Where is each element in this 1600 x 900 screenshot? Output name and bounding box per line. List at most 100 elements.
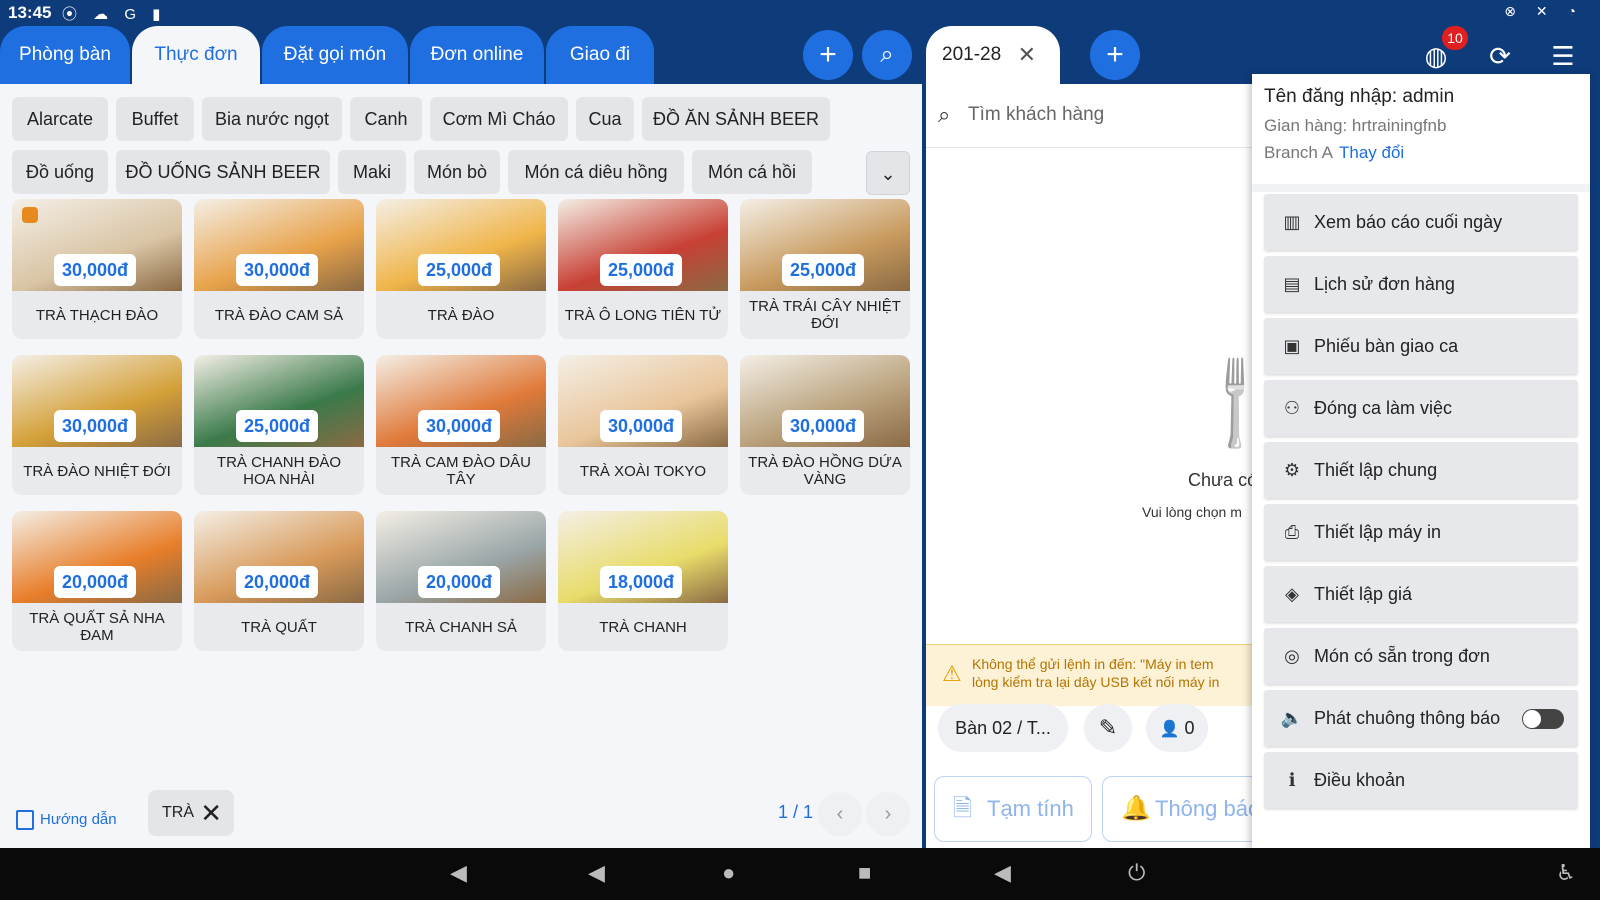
product-name: TRÀ QUẤT bbox=[241, 618, 317, 636]
product-card[interactable]: 30,000đ TRÀ CAM ĐÀO DÂU TÂY bbox=[376, 355, 546, 495]
status-time: 13:45 bbox=[8, 3, 52, 22]
menu-item[interactable]: ⚙ Thiết lập chung bbox=[1264, 442, 1578, 498]
category-chip[interactable]: Món cá diêu hồng bbox=[508, 150, 684, 194]
search-icon: ⌕ bbox=[880, 41, 894, 68]
plus-icon: + bbox=[1106, 38, 1124, 71]
menu-item[interactable]: ▤ Lịch sử đơn hàng bbox=[1264, 256, 1578, 312]
menu-item[interactable]: ⎙ Thiết lập máy in bbox=[1264, 504, 1578, 560]
product-price: 25,000đ bbox=[600, 254, 683, 286]
product-card[interactable]: 25,000đ TRÀ ĐÀO bbox=[376, 199, 546, 339]
category-chip[interactable]: Alarcate bbox=[12, 97, 108, 141]
guest-count[interactable]: 👤 0 bbox=[1146, 704, 1208, 752]
add-item-button[interactable]: + bbox=[803, 30, 853, 80]
active-filter-chip[interactable]: TRÀ ✕ bbox=[148, 790, 234, 836]
tab-phong-ban[interactable]: Phòng bàn bbox=[0, 26, 130, 84]
menu-panel: Alarcate Buffet Bia nước ngọt Canh Cơm M… bbox=[0, 84, 922, 848]
product-card[interactable]: 25,000đ TRÀ CHANH ĐÀO HOA NHÀI bbox=[194, 355, 364, 495]
product-name: TRÀ ĐÀO HỒNG DỨA VÀNG bbox=[748, 454, 902, 488]
tab-thuc-don[interactable]: Thực đơn bbox=[132, 26, 260, 84]
order-panel: ⌕ Tìm khách hàng 🍴 Chưa có Vui lòng chọn… bbox=[926, 84, 1252, 848]
product-price: 20,000đ bbox=[418, 566, 501, 598]
product-card[interactable]: 30,000đ TRÀ ĐÀO NHIỆT ĐỚI bbox=[12, 355, 182, 495]
menu-item[interactable]: ▣ Phiếu bàn giao ca bbox=[1264, 318, 1578, 374]
pencil-icon: ✎ bbox=[1098, 715, 1118, 740]
menu-item-label: Thiết lập chung bbox=[1314, 460, 1438, 480]
product-card[interactable]: 20,000đ TRÀ CHANH SẢ bbox=[376, 511, 546, 651]
menu-item-label: Món có sẵn trong đơn bbox=[1314, 646, 1490, 666]
category-chip[interactable]: ĐỒ UỐNG SẢNH BEER bbox=[116, 150, 330, 194]
product-card[interactable]: 20,000đ TRÀ QUẤT SẢ NHA ĐAM bbox=[12, 511, 182, 651]
product-card[interactable]: 20,000đ TRÀ QUẤT bbox=[194, 511, 364, 651]
category-chip[interactable]: Món bò bbox=[414, 150, 500, 194]
volume-up-icon[interactable]: ◀ bbox=[994, 860, 1011, 886]
menu-divider bbox=[1252, 184, 1590, 192]
category-chip[interactable]: ĐỒ ĂN SẢNH BEER bbox=[642, 97, 830, 141]
product-price: 20,000đ bbox=[54, 566, 137, 598]
prev-page-button[interactable]: ‹ bbox=[818, 792, 862, 836]
menu-item-icon: ⎙ bbox=[1284, 522, 1300, 542]
menu-item[interactable]: 🔈 Phát chuông thông báo bbox=[1264, 690, 1578, 746]
search-menu-button[interactable]: ⌕ bbox=[862, 30, 912, 80]
product-card[interactable]: 30,000đ TRÀ XOÀI TOKYO bbox=[558, 355, 728, 495]
category-chip[interactable]: Maki bbox=[338, 150, 406, 194]
home-icon[interactable]: ● bbox=[722, 860, 735, 886]
product-price: 30,000đ bbox=[54, 410, 137, 442]
product-card[interactable]: 30,000đ TRÀ ĐÀO CAM SẢ bbox=[194, 199, 364, 339]
table-selector[interactable]: Bàn 02 / T... bbox=[938, 704, 1068, 752]
category-chip[interactable]: Cua bbox=[576, 97, 634, 141]
page-indicator: 1 / 1 bbox=[778, 802, 814, 822]
accessibility-icon[interactable]: ♿ bbox=[1556, 860, 1576, 886]
category-chip[interactable]: Đồ uống bbox=[12, 150, 108, 194]
edit-button[interactable]: ✎ bbox=[1084, 704, 1132, 752]
power-icon[interactable]: ⏻ bbox=[1128, 860, 1145, 886]
product-name: TRÀ XOÀI TOKYO bbox=[579, 462, 707, 480]
product-price: 30,000đ bbox=[236, 254, 319, 286]
menu-item[interactable]: ℹ Điều khoản bbox=[1264, 752, 1578, 808]
notify-kitchen-label: Thông báo bbox=[1155, 796, 1252, 821]
bell-icon: 🔔 bbox=[1121, 795, 1151, 822]
category-chip[interactable]: Bia nước ngọt bbox=[202, 97, 342, 141]
menu-item[interactable]: ⚇ Đóng ca làm việc bbox=[1264, 380, 1578, 436]
tab-dat-goi-mon[interactable]: Đặt gọi món bbox=[262, 26, 408, 84]
product-name: TRÀ ĐÀO NHIỆT ĐỚI bbox=[23, 462, 171, 480]
menu-item-icon: ◎ bbox=[1284, 646, 1300, 666]
guide-link[interactable]: Hướng dẫn bbox=[16, 810, 117, 830]
category-chip[interactable]: Cơm Mì Cháo bbox=[430, 97, 568, 141]
order-tab[interactable]: 201-28 ✕ bbox=[926, 26, 1060, 84]
back-icon[interactable]: ◀ bbox=[588, 860, 605, 886]
product-card[interactable]: 18,000đ TRÀ CHANH bbox=[558, 511, 728, 651]
provisional-bill-button[interactable]: 🗎 Tạm tính bbox=[934, 776, 1092, 842]
tab-giao-di[interactable]: Giao đi bbox=[546, 26, 654, 84]
recent-apps-icon[interactable]: ■ bbox=[858, 860, 871, 886]
add-order-button[interactable]: + bbox=[1090, 30, 1140, 80]
notification-sound-toggle[interactable] bbox=[1522, 709, 1564, 729]
customer-search[interactable]: ⌕ Tìm khách hàng bbox=[926, 84, 1252, 148]
product-card[interactable]: 25,000đ TRÀ TRÁI CÂY NHIỆT ĐỚI bbox=[740, 199, 910, 339]
category-chip[interactable]: Món cá hồi bbox=[692, 150, 812, 194]
printer-warning: ⚠ Không thể gửi lệnh in đến: "Máy in tem… bbox=[926, 644, 1252, 706]
menu-icon[interactable]: ☰ bbox=[1545, 38, 1581, 74]
empty-order-subtitle: Vui lòng chọn m bbox=[1142, 504, 1242, 520]
category-chip[interactable]: Canh bbox=[350, 97, 422, 141]
menu-item[interactable]: ▥ Xem báo cáo cuối ngày bbox=[1264, 194, 1578, 250]
category-chip[interactable]: Buffet bbox=[116, 97, 194, 141]
product-price: 20,000đ bbox=[236, 566, 319, 598]
clear-filter-icon[interactable]: ✕ bbox=[200, 790, 222, 836]
product-card[interactable]: 25,000đ TRÀ Ô LONG TIÊN TỬ bbox=[558, 199, 728, 339]
menu-item-icon: ▤ bbox=[1283, 274, 1301, 294]
volume-down-icon[interactable]: ◀ bbox=[450, 860, 467, 886]
sync-icon[interactable]: ⟳ bbox=[1482, 38, 1518, 74]
product-price: 25,000đ bbox=[782, 254, 865, 286]
tab-don-online[interactable]: Đơn online bbox=[410, 26, 544, 84]
expand-categories-button[interactable]: ⌄ bbox=[866, 151, 910, 195]
close-icon[interactable]: ✕ bbox=[1018, 26, 1036, 84]
menu-item[interactable]: ◈ Thiết lập giá bbox=[1264, 566, 1578, 622]
change-branch-link[interactable]: Thay đổi bbox=[1339, 143, 1404, 162]
next-page-button[interactable]: › bbox=[866, 792, 910, 836]
product-card[interactable]: 30,000đ TRÀ THẠCH ĐÀO bbox=[12, 199, 182, 339]
menu-item-label: Thiết lập giá bbox=[1314, 584, 1413, 604]
product-card[interactable]: 30,000đ TRÀ ĐÀO HỒNG DỨA VÀNG bbox=[740, 355, 910, 495]
account-menu: Tên đăng nhập: admin Gian hàng: hrtraini… bbox=[1252, 74, 1590, 848]
notify-kitchen-button[interactable]: 🔔 Thông báo bbox=[1102, 776, 1252, 842]
menu-item[interactable]: ◎ Món có sẵn trong đơn bbox=[1264, 628, 1578, 684]
